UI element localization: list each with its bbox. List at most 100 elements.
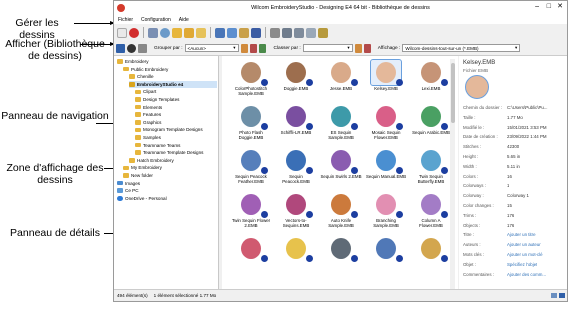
info-pane-toggle-icon[interactable] bbox=[127, 43, 136, 53]
tree-node[interactable]: Elements bbox=[135, 104, 162, 111]
tree-node[interactable]: Chenille bbox=[129, 73, 154, 80]
design-tile-label: Doggie.EMB bbox=[283, 86, 309, 91]
tree-node[interactable]: Teamname Teams bbox=[135, 142, 180, 149]
affichage-select[interactable]: Wilcom-dessins-tout-sur-un (*.EMB) ▾ bbox=[402, 44, 521, 52]
print-preview-icon[interactable] bbox=[294, 27, 304, 38]
design-tile[interactable]: Sequin Manual.EMB bbox=[365, 148, 407, 186]
design-tile[interactable]: Jesse.EMB bbox=[320, 60, 362, 98]
close-icon[interactable]: ✕ bbox=[557, 3, 563, 11]
design-thumbnail bbox=[416, 60, 448, 86]
tree-node[interactable]: Images bbox=[117, 180, 140, 187]
tree-node[interactable]: Hatch Embroidery bbox=[129, 157, 174, 164]
design-tile[interactable]: Twin Sequin Flower 2.EMB bbox=[230, 192, 272, 230]
design-tile[interactable]: Auto Knife Sample.EMB bbox=[320, 192, 362, 230]
tree-node[interactable]: Graphics bbox=[135, 119, 161, 126]
tree-node[interactable]: OneDrive - Personal bbox=[117, 195, 167, 202]
convert-icon[interactable] bbox=[270, 27, 280, 38]
design-tile[interactable]: Sequin Arabic.EMB bbox=[410, 104, 452, 142]
tiles-view-icon[interactable] bbox=[559, 293, 565, 298]
design-thumbnail bbox=[416, 236, 448, 262]
export-icon[interactable] bbox=[306, 27, 316, 38]
tree-node[interactable]: Monogram Template Designs bbox=[135, 126, 203, 133]
menu-configuration[interactable]: Configuration bbox=[141, 17, 171, 23]
design-tile[interactable]: Schiffli-LR.EMB bbox=[275, 104, 317, 142]
search-icon[interactable] bbox=[160, 27, 170, 38]
sort-asc-icon[interactable] bbox=[354, 43, 362, 53]
send-icon[interactable] bbox=[318, 27, 328, 38]
cut-icon[interactable] bbox=[215, 27, 225, 38]
details-view-icon[interactable] bbox=[551, 293, 557, 298]
details-value[interactable]: Spécifiez l'objet bbox=[507, 262, 537, 267]
group-icon[interactable] bbox=[258, 43, 266, 53]
design-tile[interactable]: ES Sequin Sample.EMB bbox=[320, 104, 362, 142]
design-tile[interactable]: Kelsey.EMB bbox=[365, 59, 407, 98]
design-preview bbox=[286, 194, 306, 215]
design-tile[interactable]: Lexi.EMB bbox=[410, 60, 452, 98]
scrollbar-thumb[interactable] bbox=[450, 63, 455, 123]
navigation-pane-toggle-icon[interactable] bbox=[116, 43, 125, 53]
details-key: Trims : bbox=[463, 212, 477, 218]
design-tile[interactable]: Mosaic Sequin Flower.EMB bbox=[365, 104, 407, 142]
design-tile-label: Sequin Manual.EMB bbox=[365, 174, 407, 179]
design-tile[interactable]: Doggie.EMB bbox=[275, 60, 317, 98]
menu-fichier[interactable]: Fichier bbox=[118, 17, 133, 23]
details-value[interactable]: Ajouter un mot-clé bbox=[507, 252, 543, 257]
tree-node-label: Graphics bbox=[143, 119, 162, 125]
folder-open-icon[interactable] bbox=[184, 27, 194, 38]
window-title: Wilcom EmbroideryStudio - Designing E4 6… bbox=[251, 5, 430, 11]
view-mode-icon[interactable] bbox=[138, 43, 147, 53]
cloud-icon bbox=[117, 196, 123, 201]
group-sort-icon[interactable] bbox=[249, 43, 257, 53]
details-value[interactable]: Ajouter un titre bbox=[507, 232, 536, 237]
tree-node[interactable]: Teamname Template Designs bbox=[135, 149, 203, 156]
details-value[interactable]: Ajouter des comm... bbox=[507, 272, 546, 277]
tree-node[interactable]: My Embroidery bbox=[123, 164, 162, 171]
menu-aide[interactable]: Aide bbox=[179, 17, 189, 23]
design-preview bbox=[421, 238, 441, 259]
design-tile[interactable] bbox=[410, 236, 452, 274]
design-tile[interactable]: Branching Sample.EMB bbox=[365, 192, 407, 230]
copy-icon[interactable] bbox=[227, 27, 237, 38]
tree-node[interactable]: Design Templates bbox=[135, 96, 179, 103]
design-tile[interactable]: Column A Flower.EMB bbox=[410, 192, 452, 230]
design-tile[interactable]: Vectors-to-Sequins.EMB bbox=[275, 192, 317, 230]
folder-new-icon[interactable] bbox=[172, 27, 182, 38]
classer-select[interactable]: ▾ bbox=[302, 44, 353, 52]
design-tile[interactable] bbox=[320, 236, 362, 274]
tree-node[interactable]: Samples bbox=[135, 134, 161, 141]
tree-node[interactable]: Public Embroidery bbox=[123, 66, 168, 73]
design-tile[interactable]: ColorPhotostitch Sample.EMB bbox=[230, 60, 272, 98]
tree-node-label: Hatch Embroidery bbox=[137, 157, 174, 163]
print-icon[interactable] bbox=[282, 27, 292, 38]
paste-icon[interactable] bbox=[239, 27, 249, 38]
tree-node[interactable]: Ce PC bbox=[117, 187, 139, 194]
minimize-icon[interactable]: – bbox=[535, 3, 539, 11]
design-tile[interactable]: Sequin Swirls 2.EMB bbox=[320, 148, 362, 186]
design-tile[interactable] bbox=[230, 236, 272, 274]
vertical-scrollbar[interactable] bbox=[450, 59, 455, 289]
folder-copy-icon[interactable] bbox=[196, 27, 206, 38]
group-tiles-icon[interactable] bbox=[240, 43, 248, 53]
tree-node-label: EmbroideryStudio e4 bbox=[137, 81, 184, 87]
design-tile[interactable]: Photo Flash Doggie.EMB bbox=[230, 104, 272, 142]
sort-desc-icon[interactable] bbox=[363, 43, 371, 53]
tree-node[interactable]: Features bbox=[135, 111, 161, 118]
wilcom-logo-icon[interactable] bbox=[129, 27, 139, 38]
tree-node[interactable]: Clipart bbox=[135, 88, 156, 95]
details-key: Modifié le : bbox=[463, 124, 485, 130]
details-value[interactable]: Ajouter un auteur bbox=[507, 242, 541, 247]
grouper-select[interactable]: <Aucun> ▾ bbox=[184, 44, 239, 52]
maximize-icon[interactable]: □ bbox=[547, 3, 551, 11]
embroidery-studio-icon[interactable] bbox=[117, 27, 127, 38]
design-tile[interactable] bbox=[275, 236, 317, 274]
design-tile[interactable]: Sequin Peacock.EMB bbox=[275, 148, 317, 186]
tree-node[interactable]: New folder bbox=[123, 172, 153, 179]
design-tile[interactable]: Sequin Peacock Feather.EMB bbox=[230, 148, 272, 186]
catalog-icon[interactable] bbox=[148, 27, 158, 38]
tree-node[interactable]: Embroidery bbox=[117, 58, 149, 65]
tree-node[interactable]: EmbroideryStudio e4 bbox=[129, 80, 217, 88]
design-tile[interactable] bbox=[365, 236, 407, 274]
design-tile[interactable]: Twin Sequin Butterfly.EMB bbox=[410, 148, 452, 186]
tree-node-label: My Embroidery bbox=[131, 165, 162, 171]
save-icon[interactable] bbox=[251, 27, 261, 38]
